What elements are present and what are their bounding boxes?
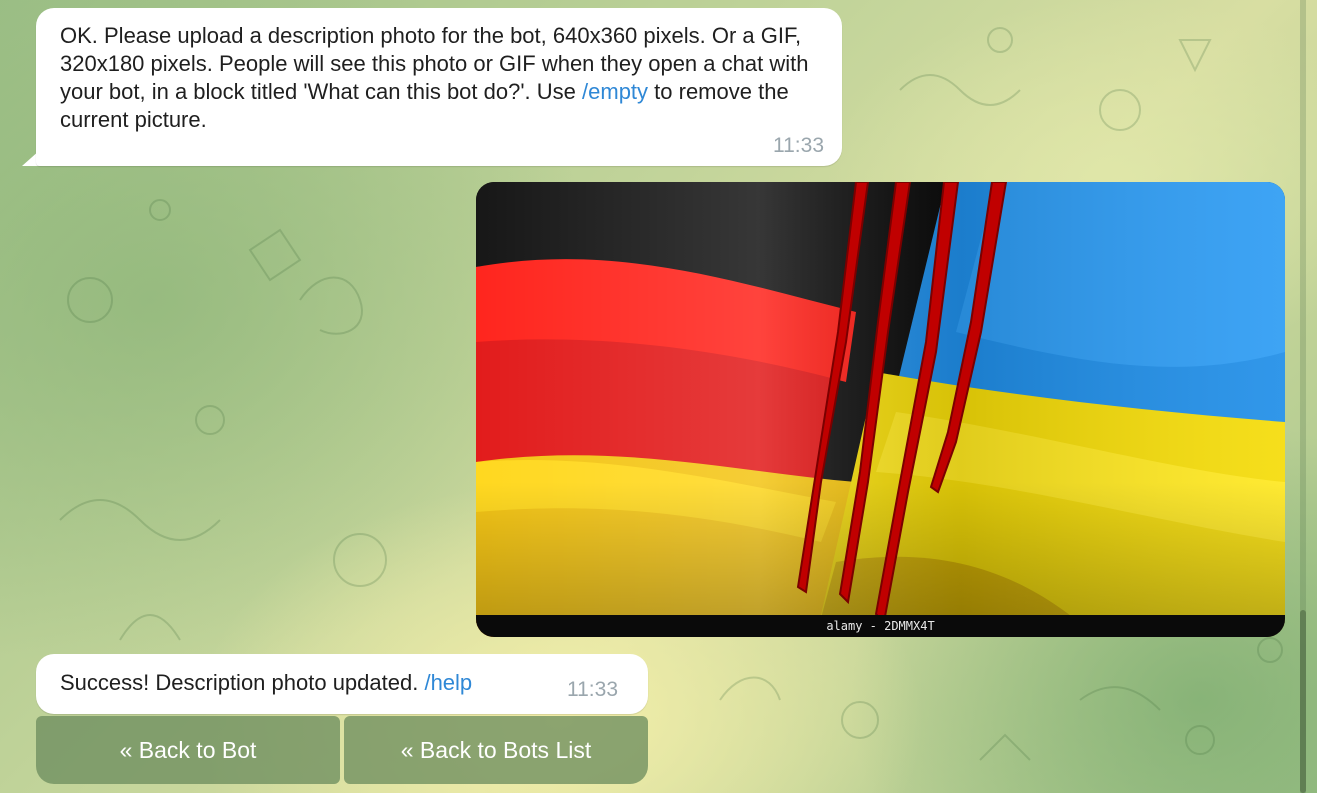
- flag-photo: [476, 182, 1285, 637]
- bot-success-bubble: Success! Description photo updated. /hel…: [36, 654, 648, 714]
- scrollbar-thumb[interactable]: [1300, 610, 1306, 793]
- help-command-link[interactable]: /help: [424, 670, 472, 695]
- message-text: Success! Description photo updated. /hel…: [60, 670, 473, 695]
- empty-command-link[interactable]: /empty: [582, 79, 648, 104]
- photo-message[interactable]: alamy - 2DMMX4T: [476, 182, 1285, 637]
- back-to-bot-button[interactable]: « Back to Bot: [36, 716, 340, 784]
- message-time: 11:33: [773, 134, 824, 157]
- inline-keyboard: « Back to Bot « Back to Bots List: [36, 716, 648, 784]
- back-to-bots-list-button[interactable]: « Back to Bots List: [344, 716, 648, 784]
- image-watermark: alamy - 2DMMX4T: [476, 615, 1285, 637]
- message-text: OK. Please upload a description photo fo…: [60, 23, 809, 132]
- bot-message-bubble: OK. Please upload a description photo fo…: [36, 8, 842, 166]
- message-time: 11:33: [567, 678, 618, 701]
